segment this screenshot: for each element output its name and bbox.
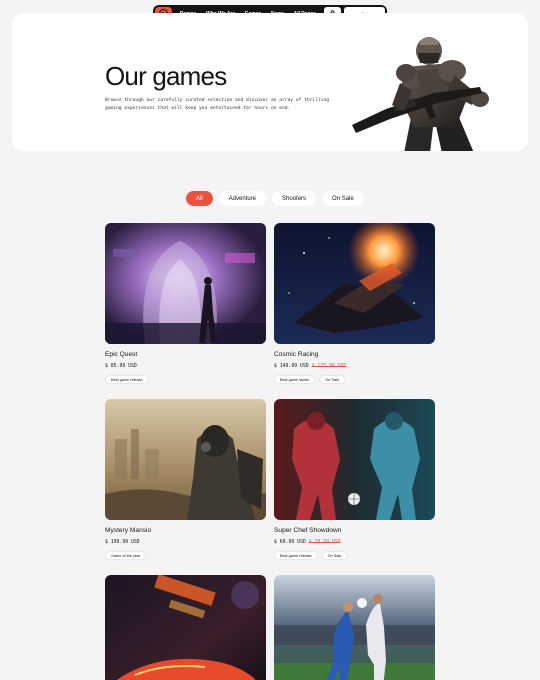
tag-list: Best game release: [105, 375, 266, 384]
current-price: $ 69.99 USD: [274, 540, 306, 545]
hero-description: Browse through our carefully curated sel…: [105, 98, 330, 111]
soldier-illustration: [352, 37, 489, 151]
filter-on-sale[interactable]: On Sale: [322, 191, 364, 206]
filter-shooters[interactable]: Shooters: [272, 191, 317, 206]
hero-section: Our games Browse through our carefully c…: [12, 13, 528, 151]
game-card[interactable]: [274, 575, 435, 680]
tag-badge: On Sale: [319, 375, 346, 384]
price: $ 85.99 USD: [105, 364, 266, 369]
tag-badge: Game of the year: [105, 551, 147, 560]
price: $ 149.99 USD $ 175.99 USD: [274, 364, 435, 369]
game-card[interactable]: Super Chef Showdown $ 69.99 USD $ 79.99 …: [274, 399, 435, 560]
game-cover-image[interactable]: [274, 223, 435, 344]
tag-badge: On Sale: [321, 551, 348, 560]
game-cover-image[interactable]: [105, 223, 266, 344]
price: $ 199.99 USD: [105, 540, 266, 545]
filter-all[interactable]: All: [186, 191, 213, 206]
game-cover-image[interactable]: [105, 575, 266, 680]
current-price: $ 149.99 USD: [274, 364, 309, 369]
game-title[interactable]: Super Chef Showdown: [274, 527, 435, 534]
filter-adventure[interactable]: Adventure: [218, 191, 267, 206]
game-card[interactable]: Epic Quest $ 85.99 USD Best game release: [105, 223, 266, 384]
tag-list: Best game release On Sale: [274, 551, 435, 560]
tag-badge: Best game release: [274, 551, 318, 560]
old-price: $ 79.99 USD: [308, 540, 341, 545]
game-card[interactable]: [105, 575, 266, 680]
page-title: Our games: [105, 61, 227, 91]
tag-list: Game of the year: [105, 551, 266, 560]
game-title[interactable]: Cosmic Racing: [274, 351, 435, 358]
game-card[interactable]: Cosmic Racing $ 149.99 USD $ 175.99 USD …: [274, 223, 435, 384]
current-price: $ 85.99 USD: [105, 364, 137, 369]
tag-badge: Best game studio: [274, 375, 316, 384]
old-price: $ 175.99 USD: [311, 364, 347, 369]
game-title[interactable]: Mystery Mansio: [105, 527, 266, 534]
category-filters: All Adventure Shooters On Sale: [186, 191, 364, 206]
current-price: $ 199.99 USD: [105, 540, 140, 545]
tag-badge: Best game release: [105, 375, 149, 384]
tag-list: Best game studio On Sale: [274, 375, 435, 384]
game-title[interactable]: Epic Quest: [105, 351, 266, 358]
game-cover-image[interactable]: [105, 399, 266, 520]
price: $ 69.99 USD $ 79.99 USD: [274, 540, 435, 545]
game-cover-image[interactable]: [274, 399, 435, 520]
game-cover-image[interactable]: [274, 575, 435, 680]
game-card[interactable]: Mystery Mansio $ 199.99 USD Game of the …: [105, 399, 266, 560]
